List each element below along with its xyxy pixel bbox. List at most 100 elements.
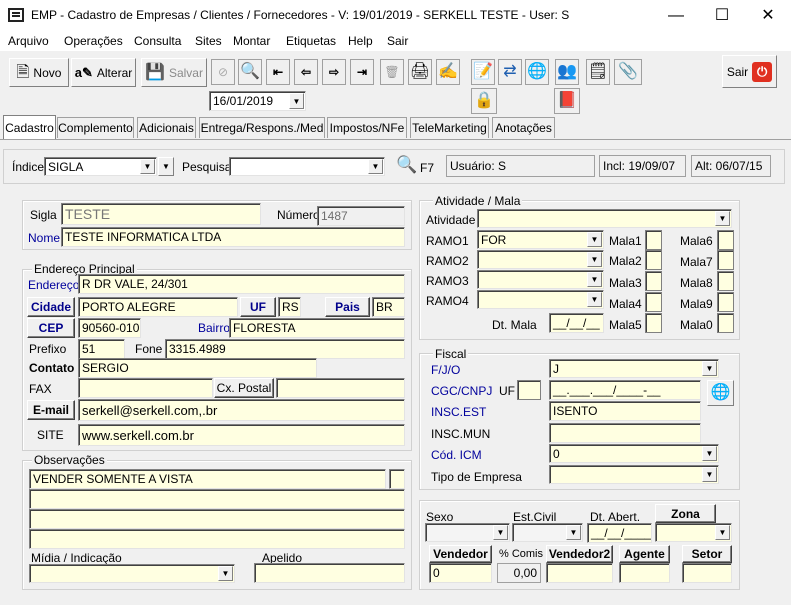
obs-line-1[interactable]: VENDER SOMENTE A VISTA bbox=[29, 469, 386, 489]
indice-order-button[interactable]: ▼ bbox=[158, 157, 174, 176]
endereco-field[interactable]: R DR VALE, 24/301 bbox=[78, 274, 405, 294]
cgc-field[interactable]: __.___.___/____-__ bbox=[549, 380, 701, 400]
prev-record-icon[interactable]: ⇦ bbox=[294, 59, 318, 85]
mala1-field[interactable] bbox=[645, 230, 662, 250]
menu-arquivo[interactable]: Arquivo bbox=[8, 34, 49, 48]
mala3-field[interactable] bbox=[645, 271, 662, 291]
fax-field[interactable] bbox=[78, 378, 213, 398]
setor-button[interactable]: Setor bbox=[682, 545, 732, 563]
cxpostal-field[interactable] bbox=[276, 378, 405, 398]
notepad-icon[interactable]: 📝 bbox=[471, 59, 495, 85]
search-icon[interactable]: 🔍 bbox=[238, 59, 262, 85]
vendedor-field[interactable]: 0 bbox=[429, 563, 492, 583]
first-record-icon[interactable]: ⇤ bbox=[266, 59, 290, 85]
mala2-field[interactable] bbox=[645, 250, 662, 270]
ramo1-select[interactable]: FOR ▼ bbox=[477, 230, 604, 249]
tipo-select[interactable]: ▼ bbox=[549, 465, 719, 484]
lock-icon[interactable]: 🔒 bbox=[471, 88, 497, 114]
inscest-label[interactable]: INSC.EST bbox=[431, 405, 486, 419]
users-icon[interactable]: 👥 bbox=[555, 59, 579, 85]
fjo-select[interactable]: J ▼ bbox=[549, 359, 719, 378]
refresh-icon[interactable]: ⇄ bbox=[498, 59, 522, 85]
globe-icon[interactable]: 🌐 bbox=[525, 59, 549, 85]
apelido-field[interactable] bbox=[254, 563, 405, 583]
delete-icon[interactable]: 🗑 bbox=[380, 59, 404, 85]
midia-select[interactable]: ▼ bbox=[29, 564, 235, 583]
tab-telemarketing[interactable]: TeleMarketing bbox=[410, 117, 489, 138]
contato-field[interactable]: SERGIO bbox=[78, 358, 317, 378]
estcivil-select[interactable]: ▼ bbox=[512, 523, 583, 542]
minimize-icon[interactable]: — bbox=[653, 0, 699, 31]
document-pen-icon[interactable]: 🗒 bbox=[586, 59, 610, 85]
cep-button[interactable]: CEP bbox=[27, 318, 75, 338]
sexo-select[interactable]: ▼ bbox=[425, 523, 510, 542]
maximize-icon[interactable]: ☐ bbox=[699, 0, 745, 31]
sair-button[interactable]: Sair ⏻ bbox=[722, 55, 777, 88]
mala4-field[interactable] bbox=[645, 292, 662, 312]
vendedor2-button[interactable]: Vendedor2 bbox=[546, 545, 613, 563]
ramo3-select[interactable]: ▼ bbox=[477, 270, 604, 289]
obs-line-3[interactable] bbox=[29, 509, 405, 529]
cep-field[interactable]: 90560-010 bbox=[78, 318, 141, 338]
pen-icon[interactable]: ✍ bbox=[436, 59, 460, 85]
pais-button[interactable]: Pais bbox=[325, 297, 370, 317]
email-field[interactable]: serkell@serkell.com,.br bbox=[78, 399, 405, 421]
bairro-field[interactable]: FLORESTA bbox=[229, 318, 405, 338]
menu-sair[interactable]: Sair bbox=[387, 34, 408, 48]
atividade-select[interactable]: ▼ bbox=[477, 209, 732, 228]
globe-icon[interactable]: 🌐 bbox=[707, 380, 734, 406]
tab-entrega[interactable]: Entrega/Respons./Med bbox=[199, 117, 325, 138]
uf-field[interactable]: RS bbox=[278, 297, 301, 317]
menu-sites[interactable]: Sites bbox=[195, 34, 222, 48]
agente-field[interactable] bbox=[619, 563, 670, 583]
next-record-icon[interactable]: ⇨ bbox=[322, 59, 346, 85]
mala6-field[interactable] bbox=[717, 230, 734, 250]
zona-button[interactable]: Zona bbox=[655, 504, 716, 523]
menu-operacoes[interactable]: Operações bbox=[64, 34, 123, 48]
fone-field[interactable]: 3315.4989 bbox=[165, 339, 405, 359]
vendedor2-field[interactable] bbox=[546, 563, 613, 583]
cxpostal-button[interactable]: Cx. Postal bbox=[214, 378, 274, 398]
menu-etiquetas[interactable]: Etiquetas bbox=[286, 34, 336, 48]
setor-field[interactable] bbox=[682, 563, 732, 583]
obs-scroll-box[interactable] bbox=[389, 469, 405, 489]
vendedor-button[interactable]: Vendedor bbox=[429, 545, 492, 563]
nome-field[interactable]: TESTE INFORMATICA LTDA bbox=[61, 227, 405, 247]
book-icon[interactable]: 📕 bbox=[554, 88, 580, 114]
nome-label[interactable]: Nome bbox=[28, 231, 60, 245]
close-icon[interactable]: ✕ bbox=[745, 0, 791, 31]
novo-button[interactable]: 🗎 Novo bbox=[9, 58, 69, 87]
tab-impostos[interactable]: Impostos/NFe bbox=[327, 117, 407, 138]
cgc-label[interactable]: CGC/CNPJ bbox=[431, 384, 492, 398]
inscmun-field[interactable] bbox=[549, 423, 701, 443]
codicm-label[interactable]: Cód. ICM bbox=[431, 448, 482, 462]
mala0-field[interactable] bbox=[717, 313, 734, 333]
last-record-icon[interactable]: ⇥ bbox=[350, 59, 374, 85]
date-picker[interactable]: 16/01/2019 ▼ bbox=[209, 91, 306, 111]
alterar-button[interactable]: a✎ Alterar bbox=[71, 58, 136, 87]
agente-button[interactable]: Agente bbox=[619, 545, 670, 563]
cidade-button[interactable]: Cidade bbox=[27, 297, 75, 317]
paperclip-icon[interactable]: 📎 bbox=[614, 59, 642, 85]
pesquisa-input[interactable]: ▼ bbox=[229, 157, 385, 176]
cgc-uf-field[interactable] bbox=[517, 380, 541, 400]
codicm-select[interactable]: 0 ▼ bbox=[549, 444, 719, 463]
cidade-field[interactable]: PORTO ALEGRE bbox=[78, 297, 238, 317]
prefixo-field[interactable]: 51 bbox=[78, 339, 125, 359]
menu-help[interactable]: Help bbox=[348, 34, 373, 48]
dtabert-field[interactable]: __/__/____ bbox=[587, 523, 652, 543]
pais-field[interactable]: BR bbox=[372, 297, 405, 317]
tab-anotacoes[interactable]: Anotações bbox=[492, 117, 555, 138]
inscest-field[interactable]: ISENTO bbox=[549, 401, 701, 421]
salvar-button[interactable]: 💾 Salvar bbox=[141, 58, 207, 87]
endereco-label[interactable]: Endereço bbox=[28, 278, 79, 292]
obs-line-4[interactable] bbox=[29, 529, 405, 549]
mala7-field[interactable] bbox=[717, 250, 734, 270]
mala8-field[interactable] bbox=[717, 271, 734, 291]
tab-cadastro[interactable]: Cadastro bbox=[3, 115, 56, 139]
search-key-icon[interactable]: 🔍 bbox=[396, 155, 417, 175]
sigla-field[interactable]: TESTE bbox=[61, 203, 261, 225]
print-icon[interactable]: 🖨 bbox=[408, 59, 432, 85]
uf-button[interactable]: UF bbox=[240, 297, 276, 317]
mala5-field[interactable] bbox=[645, 313, 662, 333]
